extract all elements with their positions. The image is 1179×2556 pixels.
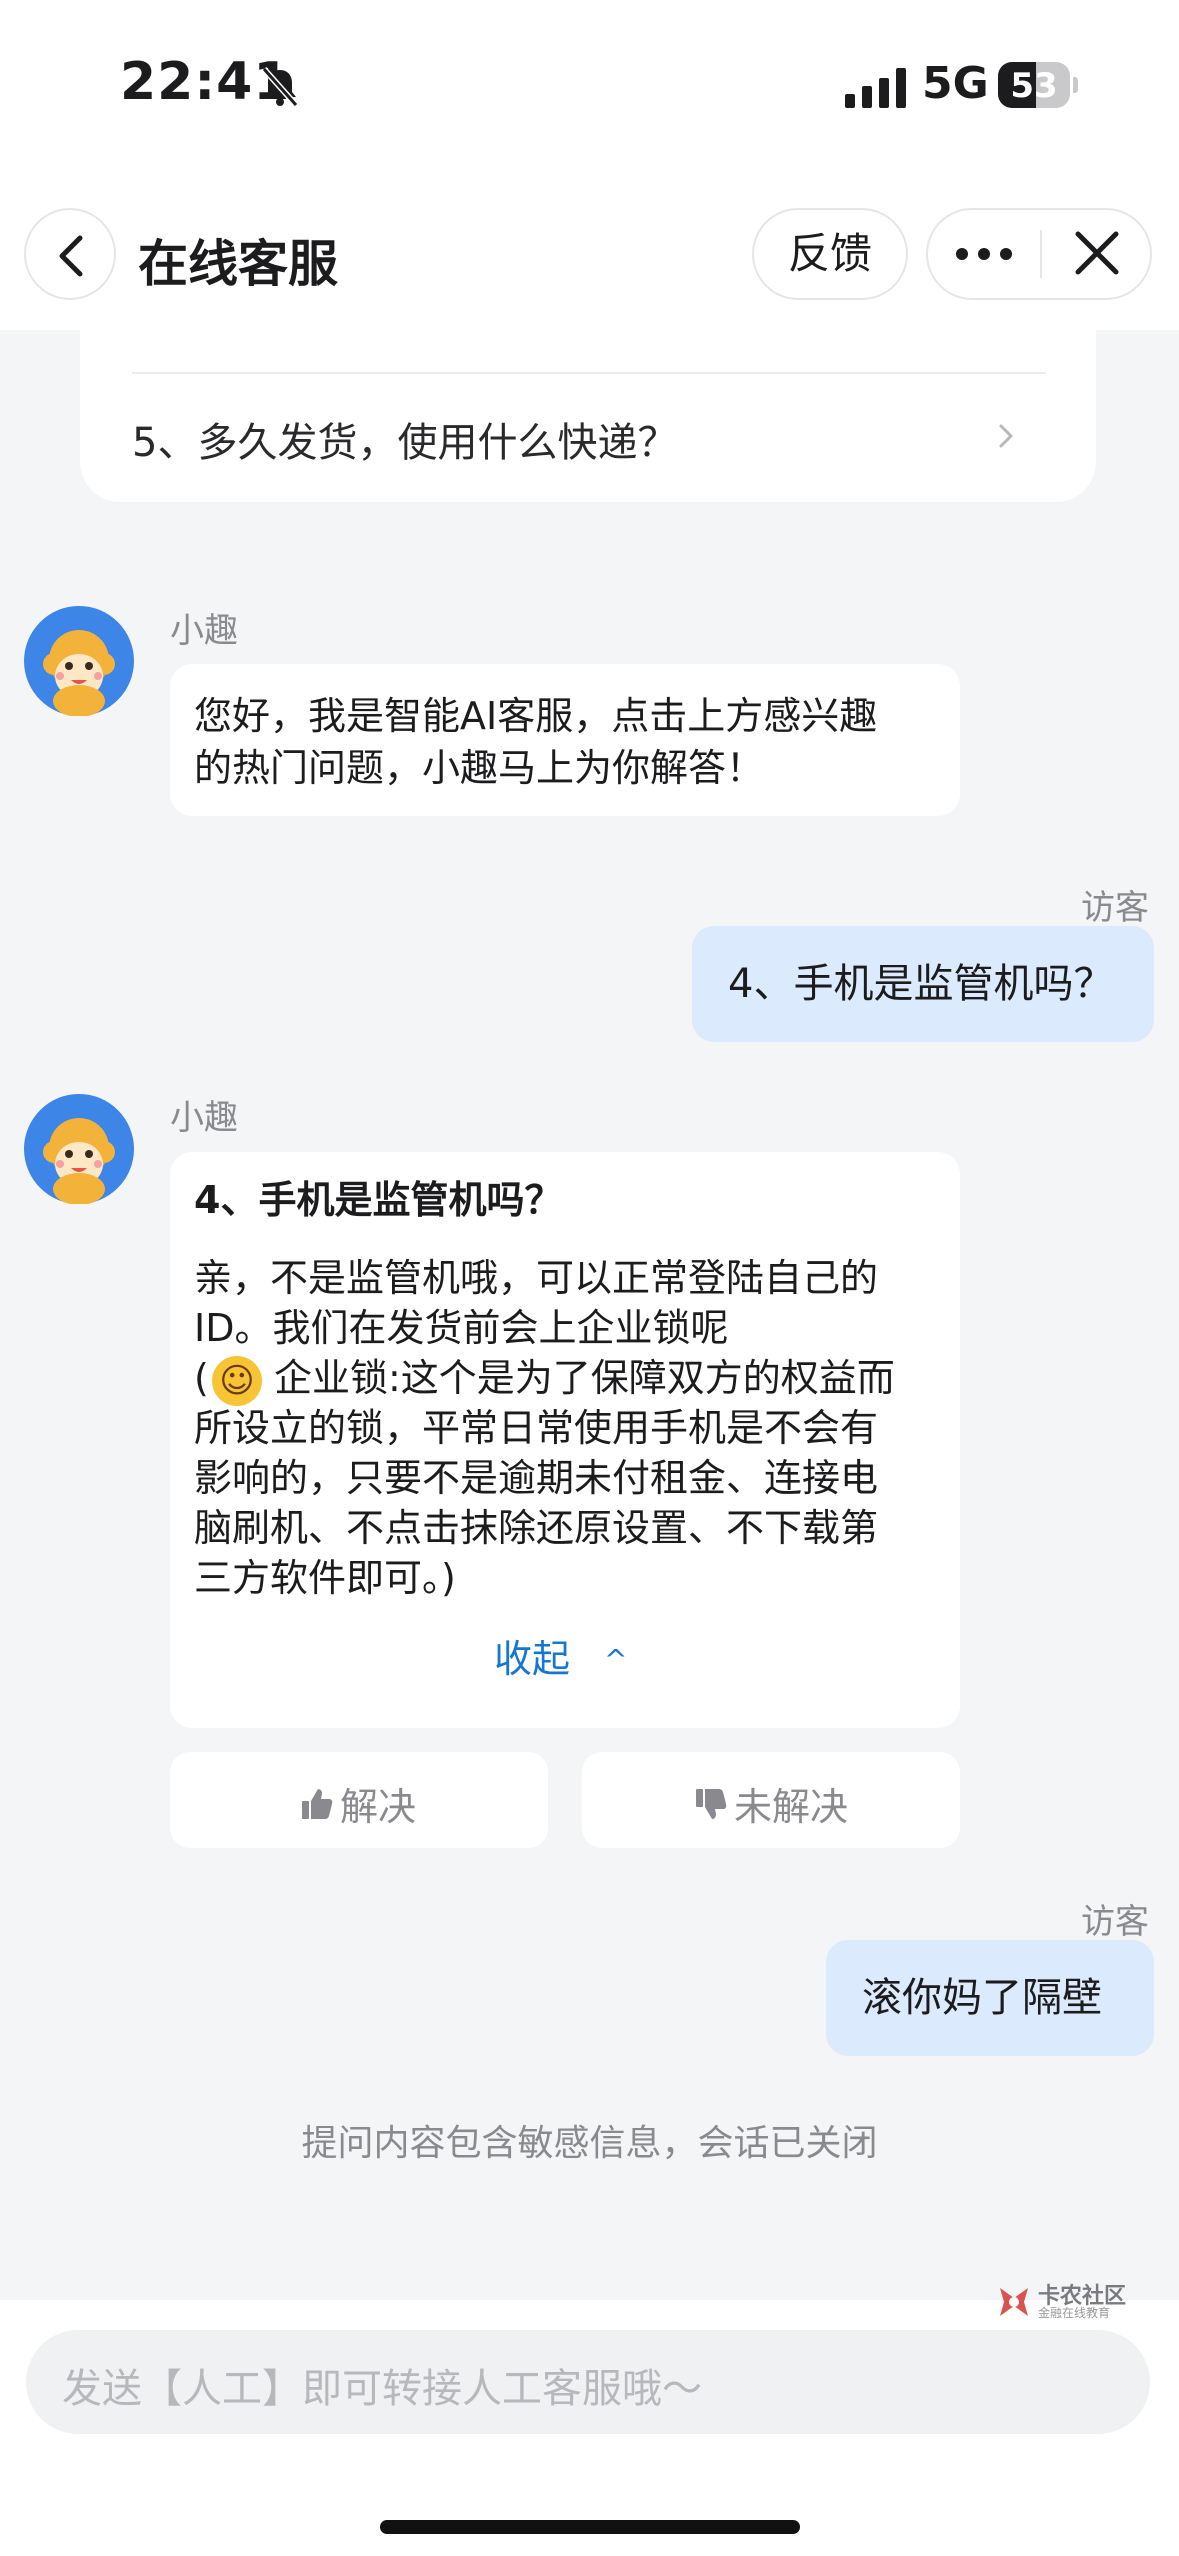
feedback-button[interactable]: 反馈 [752, 208, 908, 300]
visitor-bubble-2: 滚你妈了隔壁 [826, 1940, 1154, 2056]
visitor-message-2: 滚你妈了隔壁 [862, 1975, 1102, 2021]
faq-divider [132, 372, 1046, 374]
bell-muted-icon [261, 67, 299, 107]
more-dots-icon [956, 248, 1012, 260]
thumbs-up-icon [302, 1788, 333, 1819]
collapse-label: 收起 [494, 1637, 571, 1681]
bot-avatar [24, 1094, 134, 1204]
chevron-left-icon [59, 235, 83, 277]
watermark-subtitle: 金融在线教育 [1038, 2306, 1111, 2320]
thumbs-down-icon [696, 1788, 727, 1819]
visitor-bubble-1: 4、手机是监管机吗？ [692, 926, 1154, 1042]
battery-icon: 53 [998, 62, 1078, 108]
answer-line-6: 脑刷机、不点击抹除还原设置、不下载第 [194, 1506, 879, 1550]
answer-line-3: 企业锁:这个是为了保障双方的权益而 [274, 1356, 895, 1400]
input-bar: 发送【人工】即可转接人工客服哦～ [0, 2300, 1179, 2556]
chevron-right-icon [999, 424, 1013, 448]
answer-line-4: 所设立的锁，平常日常使用手机是不会有 [194, 1406, 879, 1450]
answer-line-5: 影响的，只要不是逾期未付租金、连接电 [194, 1456, 879, 1500]
resolved-label: 解决 [340, 1785, 417, 1829]
answer-title: 4、手机是监管机吗？ [194, 1178, 563, 1222]
status-bar: 22:41 5G 53 [0, 0, 1179, 170]
network-type: 5G [922, 58, 989, 109]
bot-avatar [24, 606, 134, 716]
collapse-button[interactable]: 收起 ^ [494, 1628, 627, 1683]
visitor-name: 访客 [1081, 1902, 1149, 1942]
bot-name: 小趣 [170, 611, 238, 651]
input-placeholder: 发送【人工】即可转接人工客服哦～ [62, 2366, 702, 2412]
menu-capsule [926, 208, 1152, 300]
watermark-logo-icon [1000, 2288, 1028, 2316]
answer-line-2: ID。我们在发货前会上企业锁呢 [194, 1306, 729, 1350]
bot-answer-bubble: 4、手机是监管机吗？ 亲，不是监管机哦，可以正常登陆自己的 ID。我们在发货前会… [170, 1152, 960, 1728]
resolved-button[interactable]: 解决 [170, 1752, 548, 1848]
visitor-message-1: 4、手机是监管机吗？ [728, 961, 1114, 1007]
unresolved-button[interactable]: 未解决 [582, 1752, 960, 1848]
system-note: 提问内容包含敏感信息，会话已关闭 [301, 2123, 878, 2164]
more-button[interactable] [928, 210, 1040, 298]
bot-name: 小趣 [170, 1098, 238, 1138]
greeting-line-1: 您好，我是智能AI客服，点击上方感兴趣 [194, 694, 878, 738]
bot-greeting-bubble: 您好，我是智能AI客服，点击上方感兴趣 的热门问题，小趣马上为你解答！ [170, 664, 960, 816]
greeting-line-2: 的热门问题，小趣马上为你解答！ [194, 746, 765, 790]
signal-icon [845, 68, 906, 108]
close-icon [1075, 231, 1119, 275]
answer-paren-open: ( [194, 1356, 209, 1400]
page-title: 在线客服 [138, 235, 338, 293]
battery-level: 53 [1010, 66, 1058, 106]
close-button[interactable] [1042, 210, 1150, 298]
visitor-name: 访客 [1081, 888, 1149, 928]
answer-line-7: 三方软件即可。) [194, 1556, 456, 1600]
chevron-up-icon: ^ [604, 1643, 628, 1676]
faq-item-5[interactable]: 5、多久发货，使用什么快递？ [132, 410, 677, 468]
message-input[interactable]: 发送【人工】即可转接人工客服哦～ [26, 2330, 1150, 2434]
back-button[interactable] [24, 208, 116, 300]
smile-emoji-icon: ☺ [212, 1356, 262, 1406]
answer-line-1: 亲，不是监管机哦，可以正常登陆自己的 [194, 1256, 879, 1300]
home-indicator [380, 2520, 800, 2534]
unresolved-label: 未解决 [734, 1785, 849, 1829]
faq-card: 5、多久发货，使用什么快递？ [80, 300, 1096, 502]
